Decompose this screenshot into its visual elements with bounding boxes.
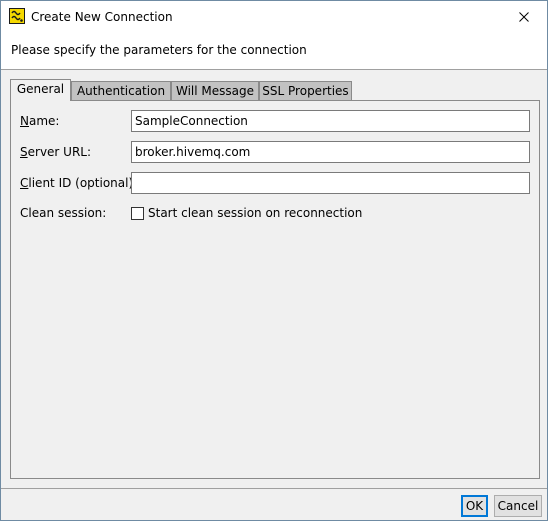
close-button[interactable] [501, 1, 547, 32]
tab-ssl-properties[interactable]: SSL Properties [259, 81, 352, 100]
title-bar[interactable]: Create New Connection [1, 1, 547, 33]
client-id-label: Client ID (optional): [20, 176, 137, 191]
client-id-label-rest: lient ID (optional): [28, 176, 138, 190]
name-label: Name: [20, 114, 59, 129]
name-input[interactable]: SampleConnection [131, 110, 530, 132]
cancel-button[interactable]: Cancel [494, 495, 542, 517]
tab-will-message[interactable]: Will Message [171, 81, 259, 100]
name-label-rest: ame: [28, 114, 60, 128]
tab-general-label: General [16, 82, 65, 96]
tab-ssl-properties-label: SSL Properties [262, 84, 349, 98]
button-bar-separator [1, 488, 547, 489]
server-url-label-mnemonic: S [20, 145, 28, 159]
close-icon [519, 11, 529, 22]
hive-app-icon [9, 8, 25, 24]
ok-button[interactable]: OK [461, 495, 488, 517]
server-url-input[interactable]: broker.hivemq.com [131, 141, 530, 163]
server-url-label-rest: erver URL: [27, 145, 92, 159]
window-title: Create New Connection [31, 10, 173, 24]
name-label-mnemonic: N [20, 114, 29, 128]
description-banner: Please specify the parameters for the co… [1, 33, 547, 70]
create-connection-dialog: Create New Connection Please specify the… [0, 0, 548, 521]
clean-session-label: Clean session: [20, 206, 107, 220]
client-id-input[interactable] [131, 172, 530, 194]
tab-strip: General Authentication Will Message SSL … [10, 79, 540, 101]
clean-session-checkbox-label[interactable]: Start clean session on reconnection [148, 206, 362, 221]
tab-authentication[interactable]: Authentication [71, 81, 171, 100]
tab-general[interactable]: General [10, 79, 71, 101]
banner-text: Please specify the parameters for the co… [11, 43, 307, 57]
server-url-label: Server URL: [20, 145, 91, 160]
clean-session-checkbox[interactable] [131, 207, 144, 220]
tab-will-message-label: Will Message [175, 84, 254, 98]
tab-authentication-label: Authentication [76, 84, 166, 98]
